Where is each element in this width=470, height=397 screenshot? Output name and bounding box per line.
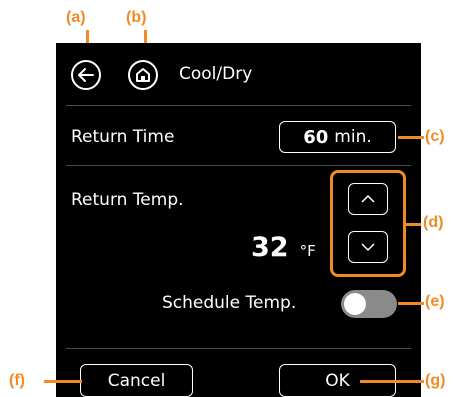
temp-down-button[interactable] bbox=[348, 231, 388, 263]
arrow-left-icon bbox=[78, 68, 94, 82]
callout-c: (c) bbox=[425, 128, 445, 145]
callout-b: (b) bbox=[126, 9, 147, 26]
return-time-value: 60 bbox=[303, 126, 329, 148]
schedule-temp-toggle[interactable] bbox=[341, 290, 397, 318]
return-time-unit: min. bbox=[334, 127, 372, 147]
callout-f: (f) bbox=[9, 372, 25, 389]
callout-f-line bbox=[44, 380, 82, 383]
back-button[interactable] bbox=[71, 60, 101, 90]
return-time-button[interactable]: 60 min. bbox=[279, 121, 396, 153]
chevron-down-icon bbox=[361, 243, 375, 252]
return-time-label: Return Time bbox=[71, 127, 175, 147]
home-button[interactable] bbox=[128, 60, 158, 90]
device-screen: Cool/Dry Return Time 60 min. Return Temp… bbox=[56, 43, 421, 397]
callout-a: (a) bbox=[66, 9, 86, 26]
page-title: Cool/Dry bbox=[179, 64, 253, 84]
callout-g: (g) bbox=[425, 372, 446, 389]
divider bbox=[66, 165, 411, 166]
callout-g-line bbox=[360, 380, 424, 383]
callout-d: (d) bbox=[423, 214, 444, 231]
callout-e: (e) bbox=[425, 293, 445, 310]
return-temp-unit: °F bbox=[299, 242, 316, 260]
return-temp-value: 32 bbox=[251, 232, 289, 263]
home-icon bbox=[136, 68, 150, 82]
schedule-temp-label: Schedule Temp. bbox=[162, 293, 297, 313]
callout-c-line bbox=[398, 136, 424, 139]
cancel-button[interactable]: Cancel bbox=[80, 364, 193, 397]
temp-up-button[interactable] bbox=[348, 183, 388, 215]
callout-d-line bbox=[405, 223, 421, 226]
divider bbox=[66, 348, 411, 349]
callout-e-line bbox=[398, 302, 424, 305]
toggle-knob bbox=[344, 293, 366, 315]
return-temp-readout: 32 °F bbox=[251, 232, 316, 263]
return-temp-label: Return Temp. bbox=[71, 190, 184, 210]
divider bbox=[66, 105, 411, 106]
chevron-up-icon bbox=[361, 194, 375, 203]
